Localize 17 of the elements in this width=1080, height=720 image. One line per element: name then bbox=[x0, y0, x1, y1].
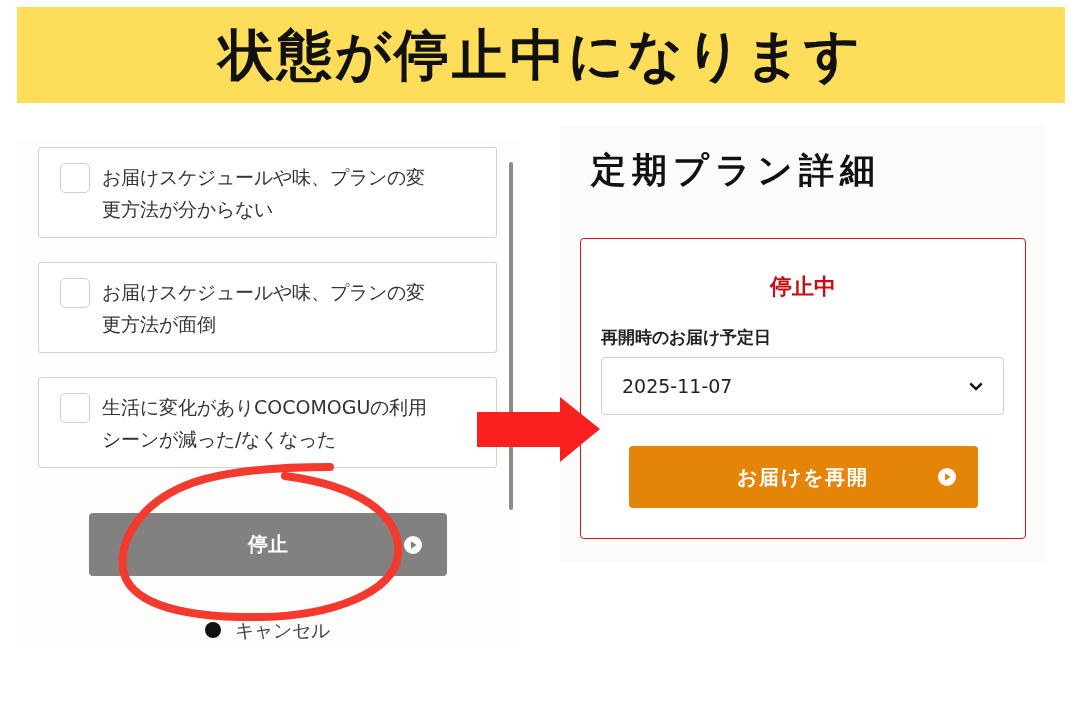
date-select[interactable]: 2025-11-07 bbox=[601, 357, 1004, 415]
checkbox[interactable] bbox=[60, 163, 90, 193]
scrollbar[interactable] bbox=[509, 162, 513, 510]
play-circle-icon bbox=[403, 535, 422, 554]
page-title: 定期プラン詳細 bbox=[591, 149, 882, 192]
chevron-down-icon bbox=[969, 381, 983, 391]
field-label: 再開時のお届け予定日 bbox=[601, 326, 771, 349]
bullet-icon bbox=[205, 622, 221, 638]
play-circle-icon bbox=[937, 468, 956, 486]
cancel-link[interactable]: キャンセル bbox=[205, 618, 330, 642]
reason-option[interactable]: お届けスケジュールや味、プランの変更方法が面倒 bbox=[38, 262, 497, 353]
status-label: 停止中 bbox=[770, 273, 836, 301]
checkbox[interactable] bbox=[60, 278, 90, 308]
reason-option[interactable]: お届けスケジュールや味、プランの変更方法が分からない bbox=[38, 147, 497, 238]
checkbox[interactable] bbox=[60, 393, 90, 423]
stop-button[interactable]: 停止 bbox=[88, 513, 447, 576]
reason-option[interactable]: 生活に変化がありCOCOMOGUの利用シーンが減った/なくなった bbox=[38, 377, 497, 468]
